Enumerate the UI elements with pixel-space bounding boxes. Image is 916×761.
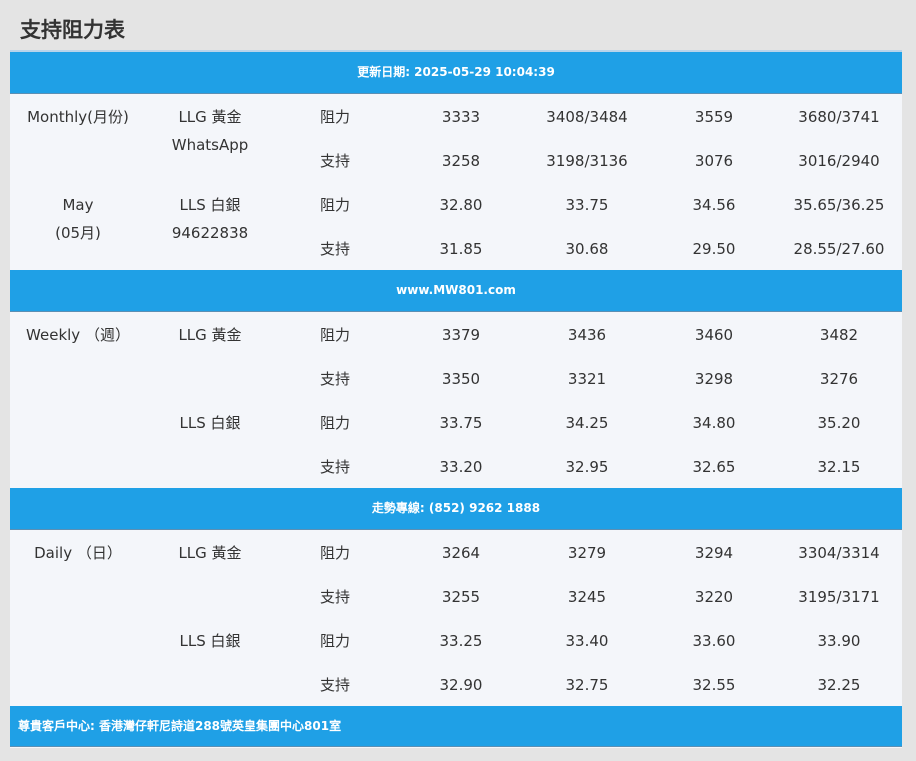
level-value: 34.80 (692, 414, 736, 432)
row-type-resist: 阻力 (319, 414, 350, 432)
level-value: 3482 (819, 326, 859, 344)
level-value: 3255 (441, 588, 481, 606)
level-value: 3016/2940 (798, 152, 880, 170)
update-date-banner: 更新日期: 2025-05-29 10:04:39 (10, 52, 902, 94)
level-value: 32.80 (439, 196, 483, 214)
level-value: 31.85 (439, 240, 483, 258)
level-value: 3279 (567, 544, 607, 562)
row-type-support: 支持 (319, 240, 350, 258)
website-banner[interactable]: www.MW801.com (10, 270, 902, 312)
row-type-support: 支持 (319, 676, 350, 694)
row-type-resist: 阻力 (319, 326, 350, 344)
level-value: 33.20 (439, 458, 483, 476)
address-banner: 尊貴客戶中心: 香港灣仔軒尼詩道288號英皇集團中心801室 (10, 706, 902, 747)
page-title: 支持阻力表 (20, 18, 125, 42)
levels-table: 更新日期: 2025-05-29 10:04:39 Monthly(月份) Ma… (10, 50, 902, 748)
level-value: 34.25 (565, 414, 609, 432)
level-value: 32.65 (692, 458, 736, 476)
level-value: 32.90 (439, 676, 483, 694)
level-value: 32.15 (817, 458, 861, 476)
row-type-resist: 阻力 (319, 196, 350, 214)
monthly-period-label: Monthly(月份) (27, 108, 129, 126)
level-value: 33.60 (692, 632, 736, 650)
daily-period-label: Daily （日） (34, 544, 122, 562)
level-value: 3379 (441, 326, 481, 344)
row-type-support: 支持 (319, 370, 350, 388)
weekly-gold-name: LLG 黃金 (178, 326, 242, 344)
level-value: 3258 (441, 152, 481, 170)
level-value: 3298 (694, 370, 734, 388)
level-value: 33.90 (817, 632, 861, 650)
weekly-silver-name: LLS 白銀 (179, 414, 241, 432)
row-type-resist: 阻力 (319, 544, 350, 562)
level-value: 3195/3171 (798, 588, 880, 606)
level-value: 32.75 (565, 676, 609, 694)
level-value: 3276 (819, 370, 859, 388)
level-value: 32.55 (692, 676, 736, 694)
level-value: 29.50 (692, 240, 736, 258)
weekly-period-label: Weekly （週） (26, 326, 130, 344)
level-value: 3321 (567, 370, 607, 388)
level-value: 35.65/36.25 (793, 196, 885, 214)
level-value: 3460 (694, 326, 734, 344)
level-value: 3333 (441, 108, 481, 126)
level-value: 3559 (694, 108, 734, 126)
level-value: 32.95 (565, 458, 609, 476)
level-value: 33.75 (439, 414, 483, 432)
level-value: 3220 (694, 588, 734, 606)
level-value: 3408/3484 (546, 108, 628, 126)
level-value: 33.40 (565, 632, 609, 650)
level-value: 3245 (567, 588, 607, 606)
daily-silver-name: LLS 白銀 (179, 632, 241, 650)
level-value: 33.25 (439, 632, 483, 650)
level-value: 3350 (441, 370, 481, 388)
level-value: 32.25 (817, 676, 861, 694)
level-value: 3680/3741 (798, 108, 880, 126)
daily-gold-name: LLG 黃金 (178, 544, 242, 562)
whatsapp-label[interactable]: WhatsApp (150, 135, 270, 155)
level-value: 30.68 (565, 240, 609, 258)
monthly-month-label: May (62, 196, 94, 214)
level-value: 34.56 (692, 196, 736, 214)
row-type-support: 支持 (319, 152, 350, 170)
level-value: 28.55/27.60 (793, 240, 885, 258)
row-type-support: 支持 (319, 588, 350, 606)
row-type-support: 支持 (319, 458, 350, 476)
monthly-gold-name: LLG 黃金 (178, 108, 242, 126)
level-value: 33.75 (565, 196, 609, 214)
level-value: 3264 (441, 544, 481, 562)
level-value: 35.20 (817, 414, 861, 432)
whatsapp-number[interactable]: 94622838 (150, 223, 270, 243)
level-value: 3198/3136 (546, 152, 628, 170)
level-value: 3436 (567, 326, 607, 344)
row-type-resist: 阻力 (319, 632, 350, 650)
row-type-resist: 阻力 (319, 108, 350, 126)
level-value: 3304/3314 (798, 544, 880, 562)
monthly-silver-name: LLS 白銀 (179, 196, 241, 214)
level-value: 3076 (694, 152, 734, 170)
level-value: 3294 (694, 544, 734, 562)
hotline-banner[interactable]: 走勢專線: (852) 9262 1888 (10, 488, 902, 530)
monthly-month-number: (05月) (55, 224, 101, 242)
